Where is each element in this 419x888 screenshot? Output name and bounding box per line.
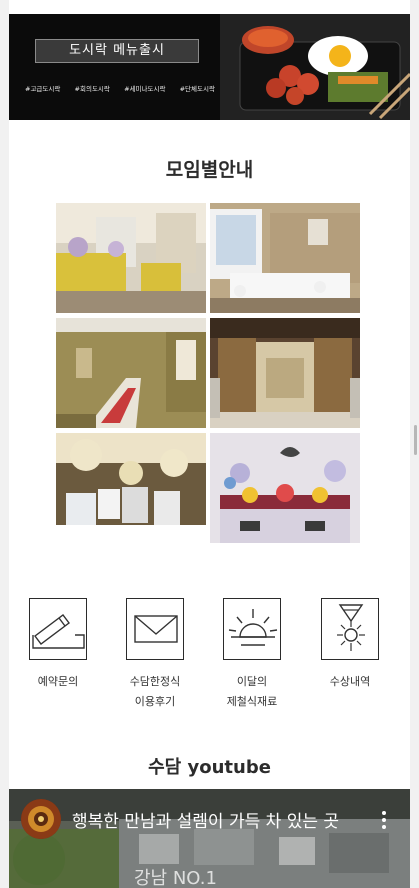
gathering-heading: 모임별안내 (165, 159, 254, 181)
menu-label: 예약문의 (37, 675, 79, 688)
page: 도시락 메뉴출시 #고급도시락 #회의도시락 #세미나도시락 #단체도시락 모임… (9, 0, 410, 888)
event-photo[interactable] (56, 433, 206, 543)
menu-item-awards[interactable]: 수상내역 (305, 598, 395, 692)
video-title[interactable]: 행복한 만남과 설렘이 가득 차 있는 곳 (72, 807, 347, 832)
banner-tag: #회의도시락 (74, 85, 110, 93)
room-photo[interactable] (56, 318, 206, 428)
menu-item-seasonal-ingredients[interactable]: 이달의 제철식재료 (207, 598, 297, 712)
sunrise-icon (223, 598, 281, 660)
menu-item-reservation[interactable]: 예약문의 (13, 598, 103, 692)
menu-label: 수담한정식 이용후기 (129, 675, 181, 708)
lunchbox-photo (220, 14, 410, 120)
banner-tag: #고급도시락 (25, 85, 61, 93)
banner-tags: #고급도시락 #회의도시락 #세미나도시락 #단체도시락 (25, 83, 215, 93)
banner-tag: #세미나도시락 (124, 85, 166, 93)
event-photo[interactable] (210, 433, 360, 543)
channel-avatar[interactable] (21, 799, 61, 839)
gathering-photo-grid (56, 203, 361, 543)
menu-label: 이달의 제철식재료 (226, 675, 278, 708)
medal-icon (321, 598, 379, 660)
youtube-video-player[interactable]: 강남 NO.1 행복한 만남과 설렘이 가득 차 있는 곳 (9, 789, 410, 888)
menu-label: 수상내역 (329, 675, 371, 688)
scrollbar[interactable] (414, 425, 417, 455)
room-photo[interactable] (56, 203, 206, 313)
banner-text-panel: 도시락 메뉴출시 #고급도시락 #회의도시락 #세미나도시락 #단체도시락 (9, 14, 220, 120)
more-options-icon[interactable] (382, 811, 386, 829)
banner-tag: #단체도시락 (179, 85, 215, 93)
room-photo[interactable] (210, 318, 360, 428)
quick-menu: 예약문의 수담한정식 이용후기 이달의 제철식재료 수상내역 (9, 598, 410, 728)
pencil-icon (29, 598, 87, 660)
menu-item-reviews[interactable]: 수담한정식 이용후기 (110, 598, 200, 712)
lunchbox-banner[interactable]: 도시락 메뉴출시 #고급도시락 #회의도시락 #세미나도시락 #단체도시락 (9, 14, 410, 120)
envelope-icon (126, 598, 184, 660)
youtube-heading: 수담 youtube (148, 757, 271, 778)
svg-text:강남 NO.1: 강남 NO.1 (134, 868, 217, 888)
banner-title: 도시락 메뉴출시 (35, 39, 199, 63)
room-photo[interactable] (210, 203, 360, 313)
